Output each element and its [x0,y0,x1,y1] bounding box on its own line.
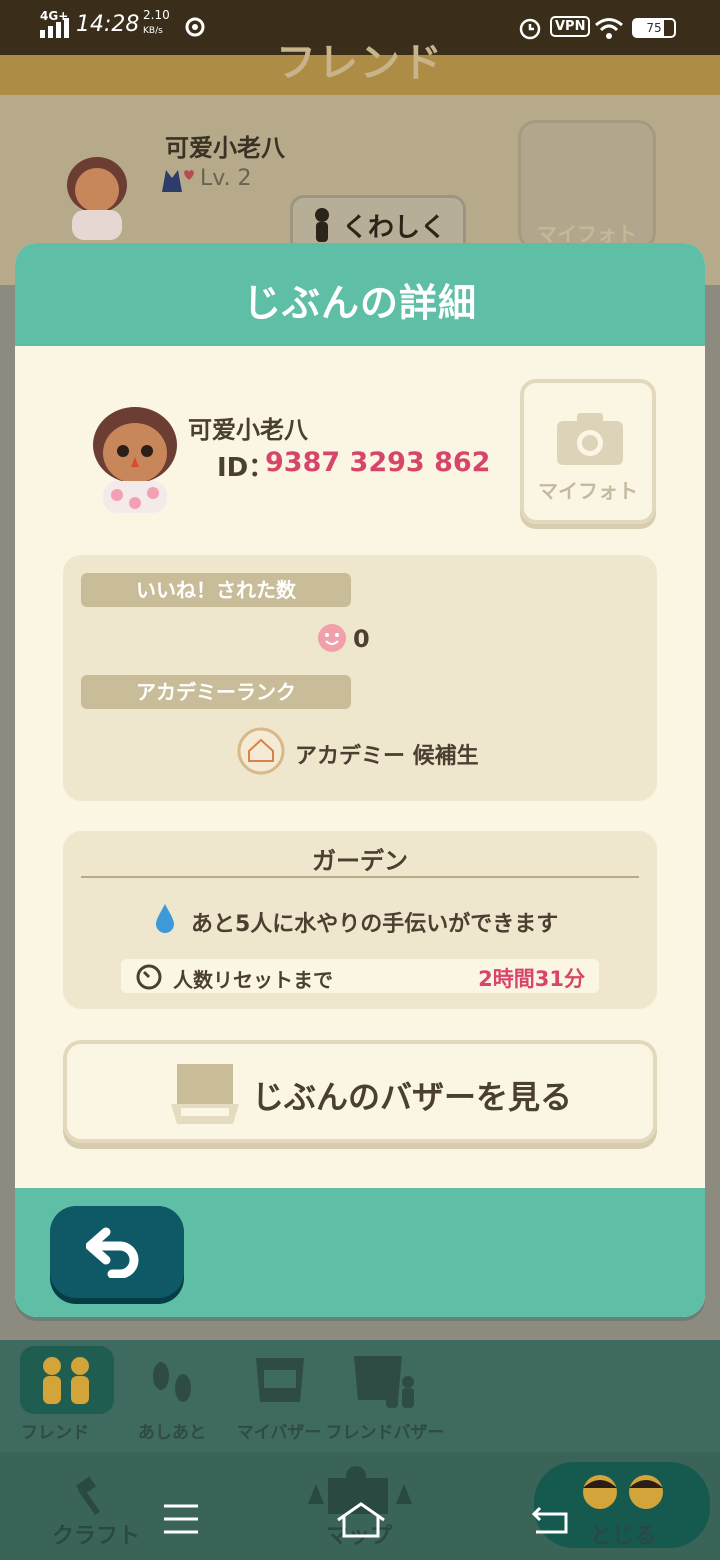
stats-card: いいね！された数 0 アカデミーランク アカデミー 候補生 [63,555,657,801]
bazaar-box-icon [171,1064,239,1124]
hammer-icon [76,1476,101,1516]
timer-icon [136,964,162,990]
craft-button[interactable]: クラフト [50,1472,150,1552]
net-speed: 2.10 [143,8,170,22]
friends-icon [43,1357,89,1404]
friend-bazaar-icon [354,1356,414,1408]
profile-id-value: 9387 3293 862 [265,447,491,478]
reset-timer-row: 人数リセットまで 2時間31分 [121,959,599,993]
dialog-title: じぶんの詳細 [242,281,477,325]
background-name: 可爱小老八 [165,134,285,162]
my-photo-label: マイフォト [538,479,638,503]
back-arrow-icon [86,1227,139,1278]
garden-title: ガーデン [312,847,408,875]
background-level: Lv. 2 [200,166,252,191]
home-icon[interactable] [334,1500,388,1540]
reset-time-value: 2時間31分 [478,967,585,991]
cat-badge-icon [162,170,194,192]
watering-remaining-text: あと5人に水やりの手伝いができます [191,912,559,937]
tab-friend-bazaar[interactable]: フレンドバザー [326,1340,445,1452]
likes-value: 0 [353,625,370,653]
camera-icon [557,413,623,465]
view-my-bazaar-label: じぶんのバザーを見る [252,1078,573,1116]
footprints-icon [153,1362,191,1402]
tab-friend[interactable]: フレンド [0,1340,114,1452]
profile-detail-dialog: じぶんの詳細 可爱小老八 ID： 9387 3293 862 マイフォト いいね… [15,243,705,1317]
smile-icon [318,624,346,652]
network-type: 4G+ [40,9,69,23]
likes-label: いいね！された数 [81,573,351,607]
villagers-icon [583,1475,663,1509]
academy-badge-icon [237,727,285,775]
background-photo-button[interactable]: マイフォト [518,120,656,250]
view-my-bazaar-button[interactable]: じぶんのバザーを見る [63,1040,657,1143]
back-button[interactable] [50,1206,184,1298]
my-bazaar-icon [256,1358,304,1402]
menu-icon[interactable] [162,1502,202,1536]
water-drop-icon [156,904,174,933]
my-photo-button[interactable]: マイフォト [520,379,656,524]
background-title: フレンド [276,40,444,86]
academy-rank-label: アカデミーランク [81,675,351,709]
profile-name: 可爱小老八 [188,416,308,444]
background-avatar [67,157,127,240]
avatar [93,407,177,513]
person-icon [314,208,329,242]
dialog-header: じぶんの詳細 [15,243,705,346]
garden-card: ガーデン あと5人に水やりの手伝いができます 人数リセットまで 2時間31分 [63,831,657,1009]
academy-rank-value: アカデミー 候補生 [295,744,479,769]
garden-divider [81,876,639,878]
system-back-icon[interactable] [530,1502,572,1538]
bottom-tab-bar: フレンド あしあと マイバザー フレンドバザー [0,1340,720,1452]
reset-label: 人数リセットまで [173,968,333,992]
